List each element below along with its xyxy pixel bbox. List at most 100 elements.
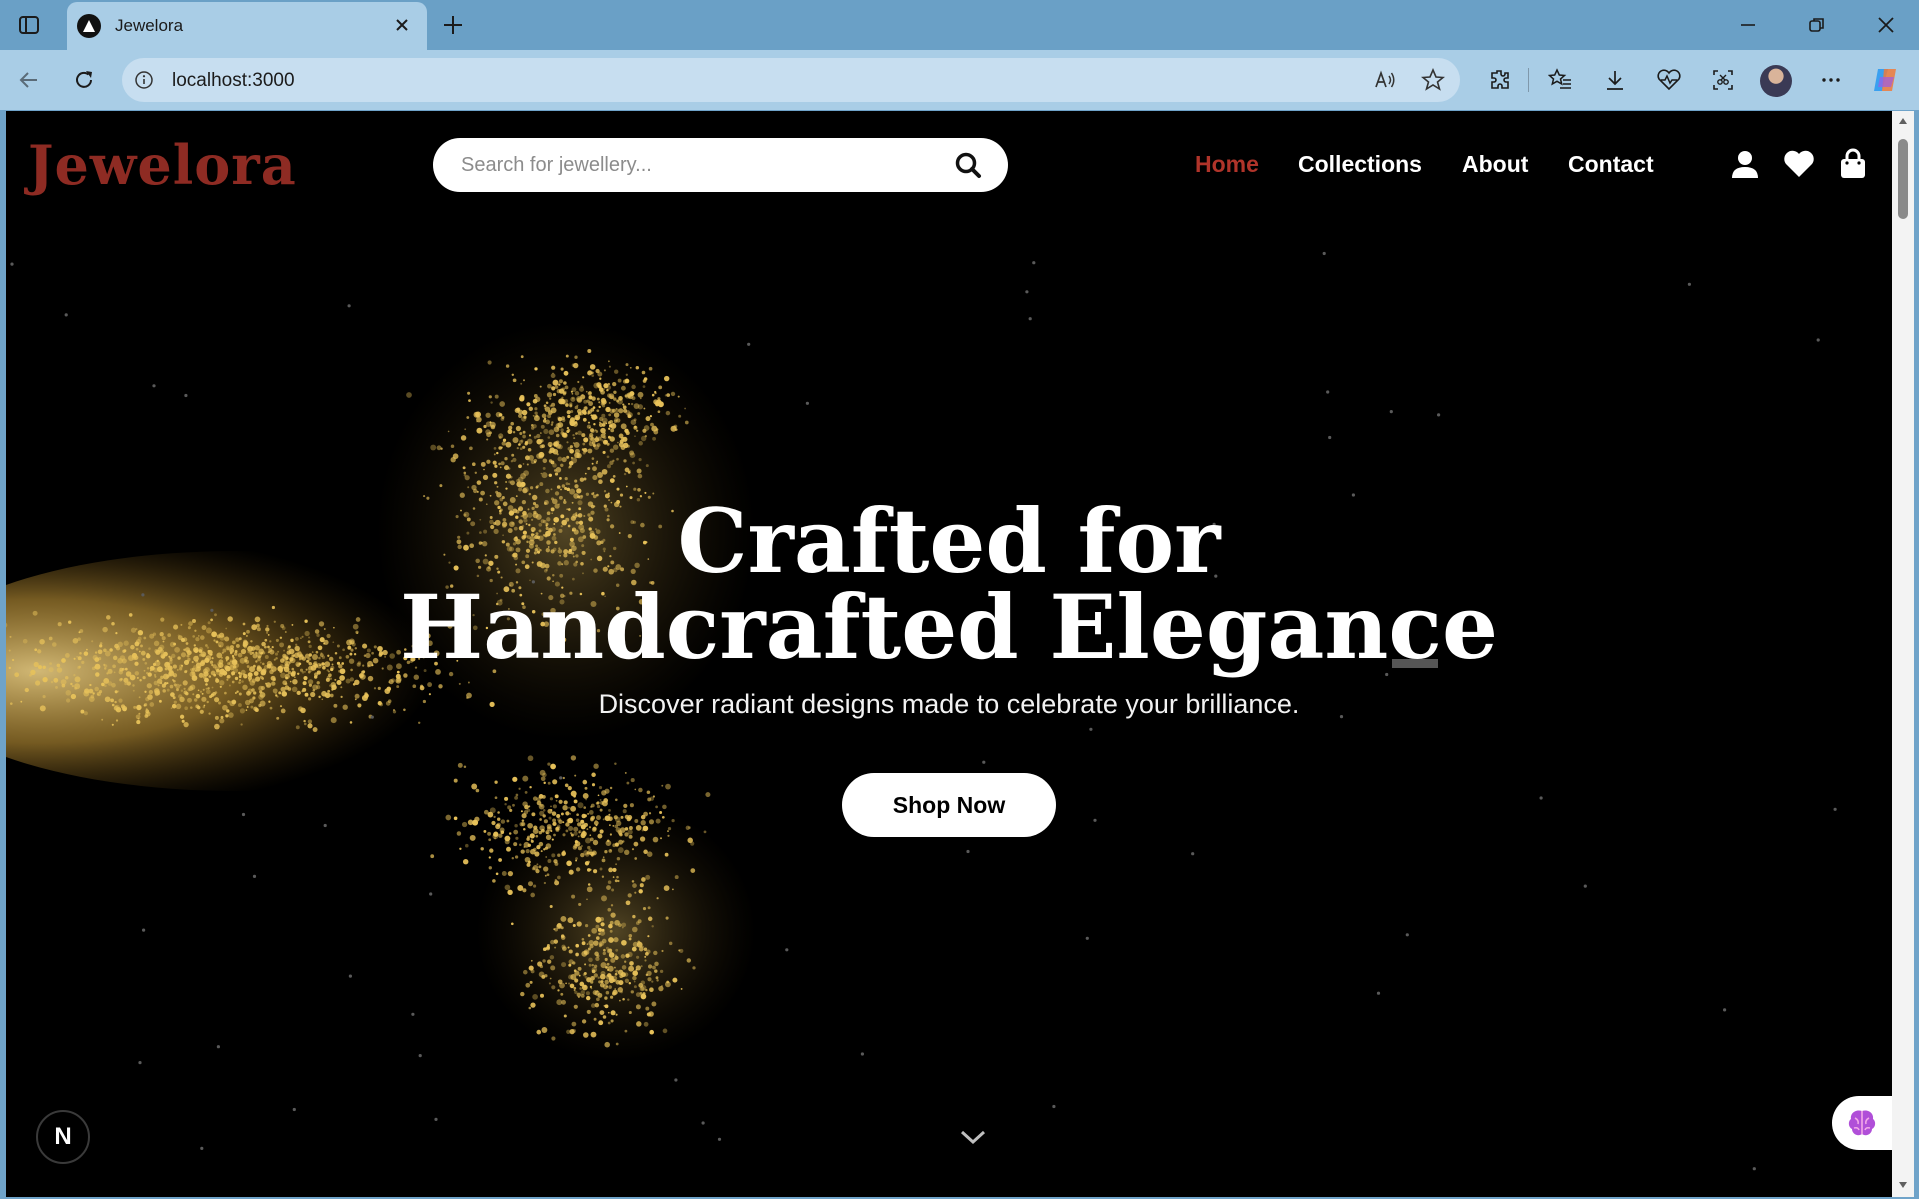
shop-now-button[interactable]: Shop Now (842, 773, 1056, 837)
tab-active[interactable]: Jewelora (67, 2, 427, 50)
search-icon[interactable] (954, 151, 982, 179)
gold-particle (624, 849, 630, 855)
gold-particle (600, 922, 605, 927)
gold-particle (665, 783, 671, 790)
gold-particle (607, 1011, 610, 1014)
restore-icon[interactable] (1802, 10, 1832, 40)
back-arrow-icon[interactable] (14, 65, 44, 95)
browser-essentials-icon[interactable] (1654, 65, 1684, 95)
gold-particle (570, 456, 573, 459)
gold-particle (545, 834, 552, 841)
gold-particle (671, 818, 675, 823)
page-scrollbar[interactable] (1892, 111, 1914, 1197)
gold-particle (606, 839, 610, 843)
gold-particle (231, 680, 235, 684)
gold-particle (598, 1020, 604, 1026)
gold-particle (666, 980, 670, 984)
gold-particle (692, 966, 696, 970)
gold-particle (661, 949, 664, 953)
gold-particle (507, 870, 514, 877)
gold-particle (637, 473, 643, 479)
gold-particle (619, 999, 621, 1002)
gold-particle (628, 834, 633, 839)
background-star (1405, 933, 1409, 937)
gold-particle (585, 798, 587, 801)
gold-particle (594, 429, 597, 432)
profile-avatar[interactable] (1760, 65, 1792, 97)
gold-particle (586, 886, 593, 893)
background-star (411, 1012, 415, 1016)
gold-particle (588, 957, 593, 963)
close-window-icon[interactable] (1871, 10, 1901, 40)
copilot-icon[interactable] (1870, 65, 1900, 95)
gold-particle (614, 762, 617, 765)
side-assistant-widget[interactable] (1832, 1096, 1892, 1150)
gold-particle (638, 458, 642, 462)
scroll-down-chevron-icon[interactable] (958, 1125, 988, 1149)
nav-about-link[interactable]: About (1462, 151, 1528, 178)
gold-particle (599, 1010, 605, 1016)
nav-home-link[interactable]: Home (1195, 151, 1259, 178)
nav-contact-link[interactable]: Contact (1568, 151, 1654, 178)
gold-particle (604, 996, 608, 1000)
gold-particle (248, 679, 251, 682)
site-info-icon[interactable] (132, 68, 156, 92)
gold-particle (513, 842, 518, 847)
tab-close-icon[interactable] (391, 14, 413, 36)
gold-particle (154, 675, 157, 678)
gold-particle (623, 472, 627, 476)
gold-particle (609, 849, 612, 851)
gold-particle (489, 807, 496, 814)
gold-particle (599, 416, 604, 422)
gold-particle (516, 446, 519, 450)
gold-particle (648, 366, 653, 371)
read-aloud-icon[interactable] (1372, 67, 1398, 93)
search-input[interactable] (461, 138, 931, 192)
scrollbar-thumb[interactable] (1898, 139, 1908, 219)
gold-particle (608, 401, 611, 404)
gold-particle (601, 895, 607, 902)
gold-particle (612, 843, 617, 848)
gold-particle (303, 676, 308, 681)
extensions-icon[interactable] (1485, 65, 1515, 95)
gold-particle (607, 1021, 611, 1025)
new-tab-icon[interactable] (438, 10, 468, 40)
gold-particle (616, 457, 619, 461)
scroll-down-arrow-icon[interactable] (1897, 1179, 1909, 1191)
gold-particle (596, 443, 601, 447)
downloads-icon[interactable] (1600, 65, 1630, 95)
scroll-up-arrow-icon[interactable] (1897, 115, 1909, 127)
gold-particle (551, 838, 554, 841)
heart-icon[interactable] (1782, 147, 1816, 181)
gold-particle (624, 832, 629, 837)
refresh-icon[interactable] (69, 65, 99, 95)
favorite-star-icon[interactable] (1420, 67, 1446, 93)
gold-particle (632, 883, 637, 888)
nav-collections-link[interactable]: Collections (1298, 151, 1422, 178)
minimize-icon[interactable] (1733, 10, 1763, 40)
gold-particle (594, 1002, 600, 1008)
gold-particle (582, 779, 588, 785)
gold-particle (542, 466, 546, 470)
background-star (1085, 936, 1089, 940)
shopping-bag-icon[interactable] (1836, 147, 1870, 181)
tab-actions-icon[interactable] (16, 12, 42, 38)
more-options-icon[interactable] (1816, 65, 1846, 95)
address-bar[interactable]: localhost:3000 (122, 58, 1460, 102)
gold-particle (556, 389, 561, 394)
nextjs-dev-indicator[interactable]: N (36, 1110, 90, 1164)
favorites-list-icon[interactable] (1545, 65, 1575, 95)
gold-particle (494, 481, 498, 485)
screenshot-icon[interactable] (1708, 65, 1738, 95)
gold-particle (604, 1041, 610, 1048)
gold-particle (573, 437, 576, 440)
gold-particle (577, 408, 582, 414)
gold-particle (467, 681, 470, 684)
user-icon[interactable] (1728, 147, 1762, 181)
gold-particle (555, 467, 562, 473)
gold-particle (566, 441, 569, 444)
background-star (434, 1117, 438, 1121)
site-logo[interactable]: Jewelora (28, 133, 297, 197)
gold-particle (623, 803, 628, 809)
gold-particle (583, 1032, 589, 1038)
